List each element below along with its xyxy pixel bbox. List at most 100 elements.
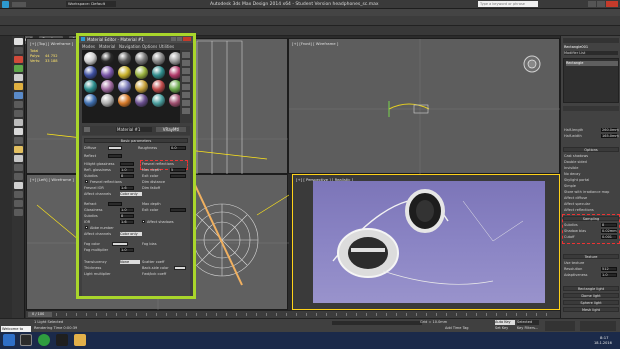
object-name[interactable]: Rectangle001 xyxy=(564,45,588,49)
freeze-icon[interactable] xyxy=(13,173,23,180)
box-icon[interactable] xyxy=(13,38,23,45)
uv-tiling-icon[interactable] xyxy=(182,76,190,82)
rollout-dome-light[interactable]: Dome light xyxy=(563,293,619,298)
hierarchy-icon[interactable] xyxy=(13,137,23,144)
material-sample-ball[interactable] xyxy=(135,94,148,107)
rollout-texture[interactable]: Texture xyxy=(563,254,619,259)
viewcube-icon[interactable] xyxy=(521,53,543,75)
material-sample-ball[interactable] xyxy=(101,66,114,79)
backlight-icon[interactable] xyxy=(182,60,190,66)
exit-color-refr-swatch[interactable] xyxy=(170,208,186,212)
stack-tools[interactable] xyxy=(563,106,619,111)
hilight-gloss-spinner[interactable] xyxy=(120,162,134,166)
affect-shadows-checkbox[interactable] xyxy=(142,220,145,223)
fresnel-refl-checkbox[interactable] xyxy=(85,180,88,183)
abbe-checkbox[interactable] xyxy=(85,226,88,229)
viewport-front[interactable]: [+] [Front] [ Wireframe ] xyxy=(288,38,561,175)
material-sample-ball[interactable] xyxy=(135,66,148,79)
exit-color-swatch[interactable] xyxy=(170,174,186,178)
key-filter-dropdown[interactable]: Selected xyxy=(517,320,539,325)
select-by-material-icon[interactable] xyxy=(182,108,190,114)
row-cast-shadows[interactable]: Cast shadows xyxy=(564,154,588,158)
filter-icon[interactable] xyxy=(13,200,23,207)
material-slots[interactable] xyxy=(82,50,182,123)
playback-controls[interactable] xyxy=(545,321,575,331)
diffuse-color-swatch[interactable] xyxy=(108,146,122,150)
set-key-button[interactable]: Set Key xyxy=(495,326,508,331)
teapot-icon[interactable] xyxy=(13,74,23,81)
material-sample-ball[interactable] xyxy=(152,80,165,93)
material-sample-ball[interactable] xyxy=(84,94,97,107)
row-use-texture[interactable]: Use texture xyxy=(564,261,584,265)
cylinder-icon[interactable] xyxy=(13,56,23,63)
hide-icon[interactable] xyxy=(13,182,23,189)
material-editor-titlebar[interactable]: Material Editor - Material #1 xyxy=(79,36,193,43)
affect-channels-refr-dropdown[interactable]: Color only xyxy=(120,232,142,236)
options-icon[interactable] xyxy=(182,100,190,106)
camera-icon[interactable] xyxy=(13,92,23,99)
start-icon[interactable] xyxy=(3,334,15,346)
translucency-dropdown[interactable]: None xyxy=(120,260,140,264)
me-menu-navigation[interactable]: Navigation xyxy=(119,44,141,49)
me-maximize-button[interactable] xyxy=(177,37,182,41)
me-minimize-button[interactable] xyxy=(171,37,176,41)
material-sample-ball[interactable] xyxy=(118,94,131,107)
rollout-sphere-light[interactable]: Sphere light xyxy=(563,300,619,305)
material-sample-ball[interactable] xyxy=(84,52,97,65)
motion-icon[interactable] xyxy=(13,146,23,153)
video-color-icon[interactable] xyxy=(182,84,190,90)
material-sample-ball[interactable] xyxy=(101,80,114,93)
timeline-ruler[interactable] xyxy=(56,313,556,316)
me-menu-options[interactable]: Options xyxy=(142,44,157,49)
me-menu-modes[interactable]: Modes xyxy=(82,44,95,49)
material-sample-ball[interactable] xyxy=(152,66,165,79)
material-editor-window[interactable]: Material Editor - Material #1 Modes Mate… xyxy=(76,33,196,299)
spacewarp-icon[interactable] xyxy=(13,110,23,117)
reflect-color-swatch[interactable] xyxy=(108,154,122,158)
row-skylight-portal[interactable]: Skylight portal xyxy=(564,178,589,182)
light-icon[interactable] xyxy=(13,83,23,90)
plane-icon[interactable] xyxy=(13,65,23,72)
row-affect-diffuse[interactable]: Affect diffuse xyxy=(564,196,587,200)
row-simple[interactable]: Simple xyxy=(564,184,576,188)
viewport-navigation[interactable] xyxy=(580,321,616,331)
quick-access-icons[interactable] xyxy=(12,2,26,7)
rollout-rectangle-light[interactable]: Rectangle light xyxy=(563,286,619,291)
refract-color-swatch[interactable] xyxy=(108,202,122,206)
make-preview-icon[interactable] xyxy=(182,92,190,98)
rollout-header-basic[interactable]: Basic parameters xyxy=(84,138,188,143)
background-icon[interactable] xyxy=(182,68,190,74)
time-slider[interactable]: 0 / 100 xyxy=(26,310,560,318)
app-logo-icon[interactable] xyxy=(2,1,9,8)
me-menu-utilities[interactable]: Utilities xyxy=(159,44,174,49)
back-side-swatch[interactable] xyxy=(174,266,186,270)
layers-icon[interactable] xyxy=(13,164,23,171)
eyedropper-icon[interactable] xyxy=(84,127,90,132)
clock-date[interactable]: 18.1.2016 xyxy=(594,341,612,346)
material-sample-ball[interactable] xyxy=(118,66,131,79)
material-sample-ball[interactable] xyxy=(84,66,97,79)
command-panel-tabs[interactable] xyxy=(563,38,619,43)
3dsmax-taskbar-icon[interactable] xyxy=(20,334,32,346)
row-invisible[interactable]: Invisible xyxy=(564,166,578,170)
modifier-list-dropdown[interactable]: Modifier List xyxy=(564,51,618,55)
utilities-icon[interactable] xyxy=(13,155,23,162)
material-sample-ball[interactable] xyxy=(84,80,97,93)
material-sample-ball[interactable] xyxy=(118,52,131,65)
sphere-icon[interactable] xyxy=(13,47,23,54)
material-sample-ball[interactable] xyxy=(152,94,165,107)
group-icon[interactable] xyxy=(13,191,23,198)
workspace-dropdown[interactable]: Workspace: Default xyxy=(66,1,116,7)
minimize-button[interactable] xyxy=(588,1,596,7)
auto-key-button[interactable]: Auto Key xyxy=(495,320,515,325)
material-sample-ball[interactable] xyxy=(152,52,165,65)
modifier-stack[interactable]: Rectangle xyxy=(563,58,619,103)
row-affect-specular[interactable]: Affect specular xyxy=(564,202,590,206)
maximize-button[interactable] xyxy=(597,1,605,7)
display-icon[interactable] xyxy=(13,128,23,135)
chrome-icon[interactable] xyxy=(38,334,50,346)
scene-explorer-icon[interactable] xyxy=(13,119,23,126)
add-time-tag-button[interactable]: Add Time Tag xyxy=(445,326,469,331)
key-filters-button[interactable]: Key Filters... xyxy=(517,326,538,331)
material-sample-ball[interactable] xyxy=(101,94,114,107)
